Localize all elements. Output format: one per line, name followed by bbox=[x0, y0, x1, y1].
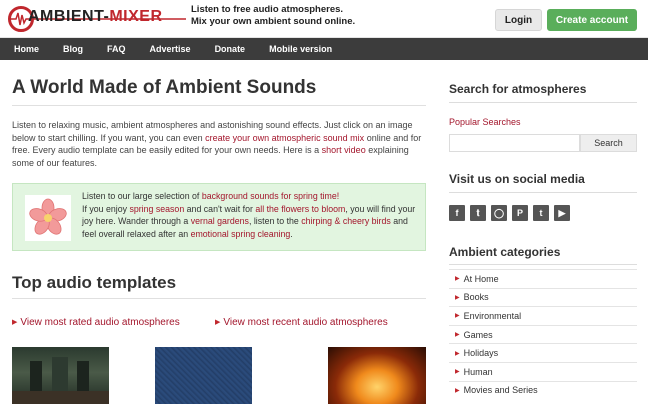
spring-promo-box: Listen to our large selection of backgro… bbox=[12, 183, 426, 251]
vernal-gardens-link[interactable]: vernal gardens bbox=[191, 216, 249, 226]
login-button[interactable]: Login bbox=[495, 9, 542, 31]
site-header: AMBIENT-MIXER Listen to free audio atmos… bbox=[0, 0, 648, 38]
arrow-right-icon: ▶ bbox=[455, 387, 460, 394]
social-title: Visit us on social media bbox=[449, 172, 585, 186]
category-label: Environmental bbox=[463, 310, 522, 321]
page-title: A World Made of Ambient Sounds bbox=[12, 77, 317, 98]
intro-text: Listen to relaxing music, ambient atmosp… bbox=[12, 119, 422, 169]
arrow-right-icon: ▶ bbox=[12, 319, 18, 326]
divider bbox=[449, 102, 637, 103]
pinterest-icon[interactable]: P bbox=[512, 205, 528, 221]
instagram-icon[interactable]: ◯ bbox=[491, 205, 507, 221]
chirping-birds-link[interactable]: chirping & cheery birds bbox=[301, 216, 390, 226]
template-thumbnail-fireplace[interactable] bbox=[328, 347, 426, 404]
view-most-recent-link[interactable]: ▶ View most recent audio atmospheres bbox=[215, 317, 388, 328]
spring-text-part: , listen to the bbox=[248, 216, 302, 226]
youtube-icon[interactable]: ▶ bbox=[554, 205, 570, 221]
category-label: Movies and Series bbox=[463, 385, 538, 396]
spring-text-part: If you enjoy bbox=[82, 203, 130, 214]
spring-text-part: Listen to our large selection of bbox=[82, 191, 202, 201]
template-thumbnail-blue-texture[interactable] bbox=[155, 347, 252, 404]
arrow-right-icon: ▶ bbox=[455, 294, 460, 301]
main-content: A World Made of Ambient Sounds Listen to… bbox=[12, 60, 426, 404]
template-thumbnail-mansion[interactable] bbox=[12, 347, 109, 404]
category-item[interactable]: ▶ Holidays bbox=[449, 343, 637, 362]
tagline-line-2: Mix your own ambient sound online. bbox=[191, 16, 356, 27]
category-item[interactable]: ▶ Books bbox=[449, 287, 637, 307]
nav-home[interactable]: Home bbox=[14, 44, 39, 54]
search-title: Search for atmospheres bbox=[449, 82, 587, 96]
logo-text: AMBIENT-MIXER bbox=[28, 8, 163, 25]
divider bbox=[12, 105, 426, 106]
category-label: Holidays bbox=[463, 348, 499, 359]
main-nav: Home Blog FAQ Advertise Donate Mobile ve… bbox=[0, 38, 648, 60]
search-input[interactable] bbox=[449, 134, 580, 152]
section-title-top-templates: Top audio templates bbox=[12, 273, 177, 292]
nav-blog[interactable]: Blog bbox=[63, 44, 83, 54]
arrow-right-icon: ▶ bbox=[455, 313, 460, 320]
category-item[interactable]: ▶ Games bbox=[449, 324, 637, 344]
arrow-right-icon: ▶ bbox=[455, 350, 460, 357]
categories-title: Ambient categories bbox=[449, 245, 561, 259]
tagline: Listen to free audio atmospheres. Mix yo… bbox=[191, 4, 355, 28]
divider bbox=[449, 264, 637, 265]
category-item[interactable]: ▶ At Home bbox=[449, 269, 637, 288]
divider bbox=[449, 192, 637, 193]
tumblr-icon[interactable]: t bbox=[533, 205, 549, 221]
arrow-right-icon: ▶ bbox=[215, 319, 221, 326]
view-most-recent-label: View most recent audio atmospheres bbox=[223, 317, 388, 328]
divider bbox=[12, 298, 426, 299]
nav-mobile-version[interactable]: Mobile version bbox=[269, 44, 332, 54]
flowers-bloom-link[interactable]: all the flowers to bloom bbox=[255, 204, 345, 214]
spring-text-part: and can't wait for bbox=[184, 203, 256, 214]
view-most-rated-link[interactable]: ▶ View most rated audio atmospheres bbox=[12, 317, 180, 328]
create-mix-link[interactable]: create your own atmospheric sound mix bbox=[205, 133, 364, 143]
flower-icon bbox=[25, 195, 71, 241]
spring-sounds-link[interactable]: background sounds for spring time! bbox=[202, 191, 339, 201]
category-item[interactable]: ▶ Environmental bbox=[449, 306, 637, 325]
ambient-mixer-logo[interactable]: AMBIENT-MIXER bbox=[8, 6, 186, 32]
sidebar: Search for atmospheres Popular Searches … bbox=[449, 60, 637, 404]
spring-promo-text: Listen to our large selection of backgro… bbox=[82, 190, 420, 240]
popular-searches-link[interactable]: Popular Searches bbox=[449, 117, 521, 127]
category-item[interactable]: ▶ Movies and Series bbox=[449, 380, 637, 400]
category-item[interactable]: ▶ Human bbox=[449, 361, 637, 381]
social-icons: f 𝐭 ◯ P t ▶ bbox=[449, 205, 575, 221]
category-label: Human bbox=[463, 366, 493, 377]
twitter-icon[interactable]: 𝐭 bbox=[470, 205, 486, 221]
tagline-line-1: Listen to free audio atmospheres. bbox=[191, 4, 344, 15]
arrow-right-icon: ▶ bbox=[455, 276, 460, 283]
spring-season-link[interactable]: spring season bbox=[129, 204, 184, 214]
category-label: Games bbox=[463, 329, 493, 340]
search-button[interactable]: Search bbox=[580, 134, 637, 152]
spring-cleaning-link[interactable]: emotional spring cleaning bbox=[191, 229, 291, 239]
create-account-button[interactable]: Create account bbox=[547, 9, 637, 31]
category-list: ▶ At Home ▶ Books ▶ Environmental ▶ Games ▶ H… bbox=[449, 269, 637, 399]
arrow-right-icon: ▶ bbox=[455, 369, 460, 376]
nav-faq[interactable]: FAQ bbox=[107, 44, 126, 54]
nav-donate[interactable]: Donate bbox=[215, 44, 246, 54]
short-video-link[interactable]: short video bbox=[322, 145, 366, 155]
facebook-icon[interactable]: f bbox=[449, 205, 465, 221]
category-label: Books bbox=[463, 292, 489, 303]
view-most-rated-label: View most rated audio atmospheres bbox=[20, 317, 180, 328]
arrow-right-icon: ▶ bbox=[455, 332, 460, 339]
category-label: At Home bbox=[463, 273, 499, 284]
spring-text-part: . bbox=[290, 228, 293, 239]
nav-advertise[interactable]: Advertise bbox=[150, 44, 191, 54]
